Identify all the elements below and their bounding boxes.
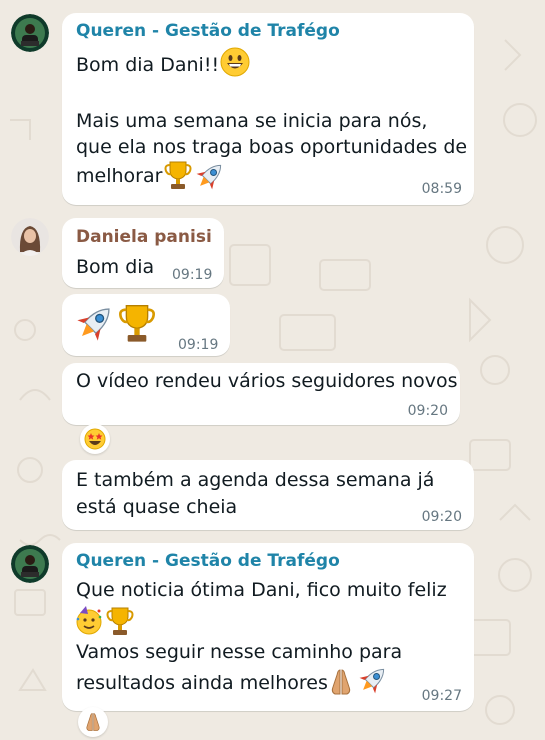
message-bubble-daniela-3[interactable]: O vídeo rendeu vários seguidores novos 0… xyxy=(62,363,460,425)
sender-name[interactable]: Queren - Gestão de Trafégo xyxy=(76,551,340,571)
message-bubble-daniela-4[interactable]: E também a agenda dessa semana já está q… xyxy=(62,460,474,530)
trophy-emoji-icon xyxy=(118,303,156,347)
message-text-line: Bom dia Dani!! xyxy=(76,54,220,76)
message-text-line: Vamos seguir nesse caminho para xyxy=(76,641,403,663)
avatar-queren[interactable] xyxy=(11,14,49,52)
message-timestamp: 09:19 xyxy=(178,337,219,353)
message-text-line: Que noticia ótima Dani, fico muito feliz xyxy=(76,579,447,601)
trophy-emoji-icon xyxy=(164,160,192,194)
message-timestamp: 09:19 xyxy=(172,267,213,283)
message-text-line: Mais uma semana se inicia para nós, xyxy=(76,110,428,132)
rocket-emoji-icon xyxy=(194,160,226,196)
reaction-star-struck[interactable] xyxy=(80,424,110,454)
partying-face-emoji-icon xyxy=(74,605,104,639)
message-text: O vídeo rendeu vários seguidores novos xyxy=(76,370,458,392)
avatar-queren-image xyxy=(11,545,49,583)
message-timestamp: 09:27 xyxy=(421,688,462,704)
sender-name[interactable]: Daniela panisi xyxy=(76,227,212,247)
message-timestamp: 08:59 xyxy=(421,181,462,197)
message-text-line: resultados ainda melhores xyxy=(76,672,328,694)
avatar-daniela[interactable] xyxy=(11,218,49,256)
message-timestamp: 09:20 xyxy=(421,509,462,525)
message-timestamp: 09:20 xyxy=(407,403,448,419)
message-text-line: que ela nos traga boas oportunidades de xyxy=(76,136,468,158)
message-bubble-daniela-1[interactable]: Daniela panisi Bom dia 09:19 xyxy=(62,218,224,288)
avatar-queren-image xyxy=(11,14,49,52)
star-struck-emoji-icon xyxy=(84,428,106,450)
message-bubble-queren-1[interactable]: Queren - Gestão de Trafégo Bom dia Dani!… xyxy=(62,13,474,205)
trophy-emoji-icon xyxy=(106,606,134,640)
reaction-folded-hands[interactable] xyxy=(78,707,108,737)
message-bubble-daniela-2[interactable]: 09:19 xyxy=(62,294,230,356)
message-text-line: está quase cheia xyxy=(76,496,238,518)
sender-name[interactable]: Queren - Gestão de Trafégo xyxy=(76,21,340,41)
grinning-face-emoji-icon xyxy=(220,47,250,81)
folded-hands-emoji-icon xyxy=(327,667,355,701)
avatar-queren[interactable] xyxy=(11,545,49,583)
message-text-line: E também a agenda dessa semana já xyxy=(76,469,435,491)
message-bubble-queren-2[interactable]: Queren - Gestão de Trafégo Que noticia ó… xyxy=(62,543,474,711)
message-text-line: melhorar xyxy=(76,165,163,187)
avatar-daniela-image xyxy=(11,218,49,256)
message-text: Bom dia xyxy=(76,256,155,278)
rocket-emoji-icon xyxy=(74,302,116,348)
rocket-emoji-icon xyxy=(357,664,389,700)
folded-hands-emoji-icon xyxy=(86,713,100,731)
